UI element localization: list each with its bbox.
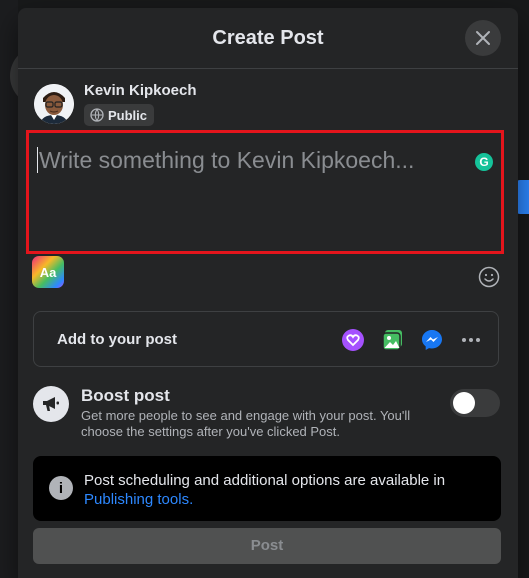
grammarly-icon[interactable]: G <box>475 153 493 171</box>
emoji-button[interactable] <box>478 266 500 288</box>
boost-description: Get more people to see and engage with y… <box>81 408 411 439</box>
photo-icon <box>382 330 402 351</box>
photo-video-button[interactable] <box>380 327 406 353</box>
more-icon <box>462 338 480 342</box>
add-to-post-bar: Add to your post <box>33 311 499 367</box>
avatar[interactable] <box>34 84 74 124</box>
composer-area: G <box>26 130 504 254</box>
background-picker-label: Aa <box>39 264 57 280</box>
boost-toggle[interactable] <box>450 389 500 417</box>
boost-title: Boost post <box>81 386 170 405</box>
post-button[interactable]: Post <box>33 528 501 564</box>
messenger-icon <box>422 330 442 350</box>
info-text: Post scheduling and additional options a… <box>84 471 484 509</box>
messenger-button[interactable] <box>419 327 445 353</box>
more-options-button[interactable] <box>458 327 484 353</box>
add-to-post-label: Add to your post <box>57 331 177 348</box>
text-cursor <box>37 147 38 173</box>
close-button[interactable] <box>465 20 501 56</box>
privacy-label: Public <box>108 107 148 123</box>
info-banner: i Post scheduling and additional options… <box>33 456 501 521</box>
info-icon: i <box>49 476 73 500</box>
background-picker-button[interactable]: Aa <box>32 256 64 288</box>
privacy-selector[interactable]: Public <box>84 104 155 126</box>
dialog-header: Create Post <box>18 8 518 69</box>
close-icon <box>476 31 490 45</box>
megaphone-icon <box>33 386 69 422</box>
smiley-icon <box>478 266 500 288</box>
globe-icon <box>90 108 104 122</box>
support-heart-icon <box>342 329 364 351</box>
dialog-title: Create Post <box>212 27 324 49</box>
create-post-dialog: Create Post Kevin Kipkoech Public G <box>18 8 518 578</box>
user-name: Kevin Kipkoech <box>84 82 197 99</box>
post-text-input[interactable] <box>37 145 471 239</box>
support-heart-button[interactable] <box>340 327 366 353</box>
info-message: Post scheduling and additional options a… <box>84 472 446 489</box>
toggle-knob <box>453 392 475 414</box>
publishing-tools-link[interactable]: Publishing tools. <box>84 491 193 508</box>
user-avatar-icon <box>34 84 74 124</box>
